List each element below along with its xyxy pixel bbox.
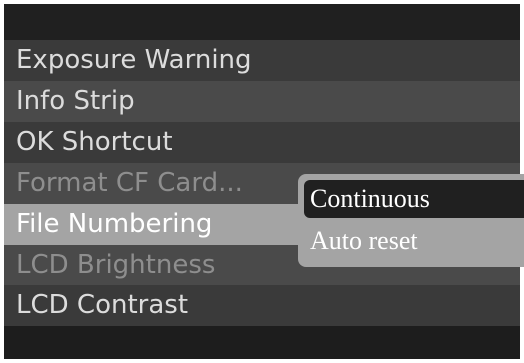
menu-item-exposure-warning[interactable]: Exposure Warning — [4, 40, 520, 81]
menu-item-label: Format CF Card... — [16, 168, 243, 198]
menu-item-label: OK Shortcut — [16, 127, 173, 157]
option-continuous[interactable]: Continuous — [304, 180, 524, 218]
top-bar — [4, 4, 520, 40]
menu-item-lcd-contrast[interactable]: LCD Contrast — [4, 285, 520, 326]
menu-item-ok-shortcut[interactable]: OK Shortcut — [4, 122, 520, 163]
menu-item-label: Info Strip — [16, 86, 135, 116]
menu-item-label: Exposure Warning — [16, 45, 252, 75]
option-label: Continuous — [310, 184, 430, 213]
bottom-bar — [4, 326, 520, 359]
option-label: Auto reset — [310, 226, 418, 255]
menu-item-label: File Numbering — [16, 209, 213, 239]
file-numbering-submenu: Continuous Auto reset — [298, 174, 524, 267]
option-auto-reset[interactable]: Auto reset — [304, 222, 524, 260]
menu-item-info-strip[interactable]: Info Strip — [4, 81, 520, 122]
menu-item-label: LCD Brightness — [16, 250, 216, 280]
menu-item-label: LCD Contrast — [16, 290, 189, 320]
